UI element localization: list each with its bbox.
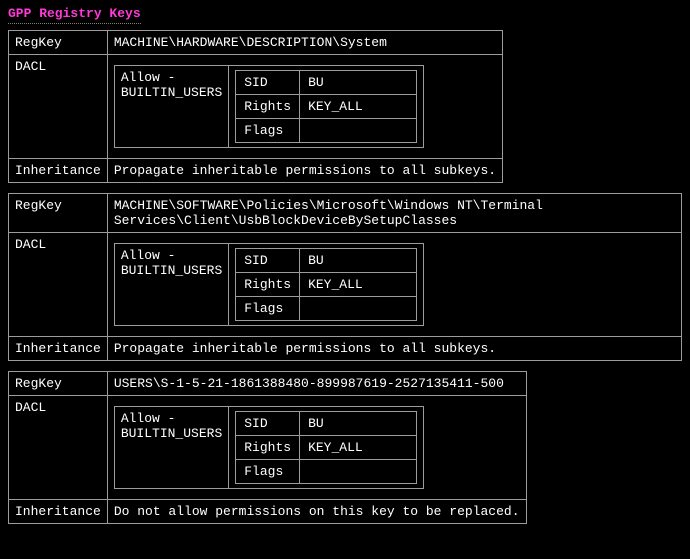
label-rights: Rights: [236, 436, 300, 460]
value-inheritance: Propagate inheritable permissions to all…: [107, 337, 681, 361]
registry-table: RegKey USERS\S-1-5-21-1861388480-8999876…: [8, 371, 527, 524]
value-flags: [300, 460, 417, 484]
dacl-inner-table: SID BU Rights KEY_ALL: [235, 70, 417, 143]
value-regkey: MACHINE\SOFTWARE\Policies\Microsoft\Wind…: [107, 194, 681, 233]
label-rights: Rights: [236, 273, 300, 297]
label-inheritance: Inheritance: [9, 337, 108, 361]
label-allow-builtin-users: Allow - BUILTIN_USERS: [114, 66, 228, 148]
value-rights: KEY_ALL: [300, 436, 417, 460]
label-dacl: DACL: [9, 233, 108, 337]
value-sid: BU: [300, 412, 417, 436]
label-dacl: DACL: [9, 396, 108, 500]
value-dacl: Allow - BUILTIN_USERS SID BU: [107, 55, 502, 159]
registry-entry: RegKey MACHINE\HARDWARE\DESCRIPTION\Syst…: [8, 30, 682, 183]
value-sid: BU: [300, 249, 417, 273]
dacl-inner-table: SID BU Rights KEY_ALL: [235, 411, 417, 484]
label-allow-builtin-users: Allow - BUILTIN_USERS: [114, 407, 228, 489]
label-inheritance: Inheritance: [9, 159, 108, 183]
label-flags: Flags: [236, 460, 300, 484]
label-sid: SID: [236, 249, 300, 273]
value-rights: KEY_ALL: [300, 95, 417, 119]
value-dacl: Allow - BUILTIN_USERS SID BU: [107, 396, 526, 500]
label-regkey: RegKey: [9, 372, 108, 396]
value-inheritance: Propagate inheritable permissions to all…: [107, 159, 502, 183]
dacl-table: Allow - BUILTIN_USERS SID BU: [114, 65, 424, 148]
dacl-detail: SID BU Rights KEY_ALL: [229, 244, 424, 326]
registry-table: RegKey MACHINE\SOFTWARE\Policies\Microso…: [8, 193, 682, 361]
label-regkey: RegKey: [9, 31, 108, 55]
value-regkey: MACHINE\HARDWARE\DESCRIPTION\System: [107, 31, 502, 55]
label-sid: SID: [236, 412, 300, 436]
dacl-detail: SID BU Rights KEY_ALL: [229, 66, 424, 148]
label-dacl: DACL: [9, 55, 108, 159]
value-inheritance: Do not allow permissions on this key to …: [107, 500, 526, 524]
dacl-table: Allow - BUILTIN_USERS SID BU: [114, 406, 424, 489]
label-flags: Flags: [236, 297, 300, 321]
registry-entry: RegKey MACHINE\SOFTWARE\Policies\Microso…: [8, 193, 682, 361]
value-rights: KEY_ALL: [300, 273, 417, 297]
label-regkey: RegKey: [9, 194, 108, 233]
dacl-inner-table: SID BU Rights KEY_ALL: [235, 248, 417, 321]
value-sid: BU: [300, 71, 417, 95]
value-flags: [300, 119, 417, 143]
dacl-detail: SID BU Rights KEY_ALL: [229, 407, 424, 489]
value-flags: [300, 297, 417, 321]
label-flags: Flags: [236, 119, 300, 143]
value-dacl: Allow - BUILTIN_USERS SID BU: [107, 233, 681, 337]
dacl-table: Allow - BUILTIN_USERS SID BU: [114, 243, 424, 326]
label-sid: SID: [236, 71, 300, 95]
registry-entry: RegKey USERS\S-1-5-21-1861388480-8999876…: [8, 371, 682, 524]
registry-table: RegKey MACHINE\HARDWARE\DESCRIPTION\Syst…: [8, 30, 503, 183]
label-allow-builtin-users: Allow - BUILTIN_USERS: [114, 244, 228, 326]
section-title: GPP Registry Keys: [8, 6, 141, 24]
value-regkey: USERS\S-1-5-21-1861388480-899987619-2527…: [107, 372, 526, 396]
label-inheritance: Inheritance: [9, 500, 108, 524]
label-rights: Rights: [236, 95, 300, 119]
